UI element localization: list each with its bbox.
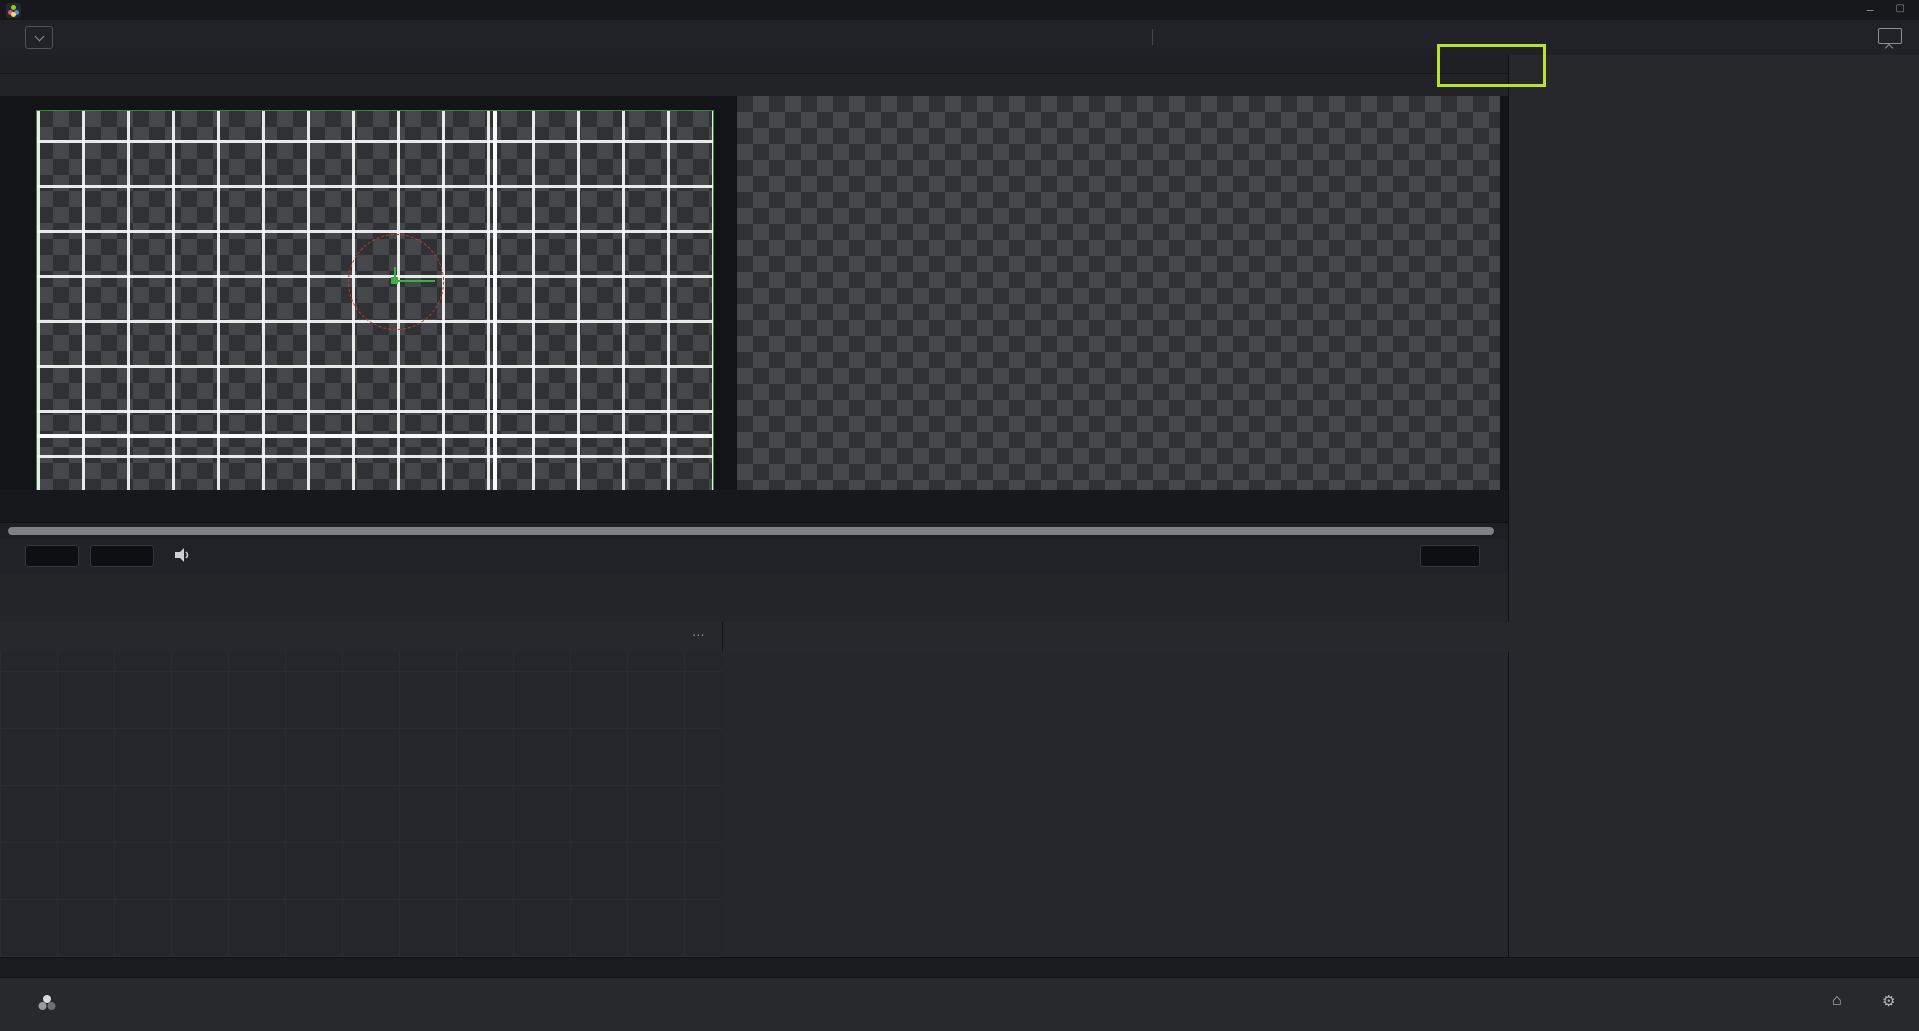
minimize-button[interactable]: – <box>1867 3 1874 17</box>
viewer-left-image[interactable] <box>36 110 714 492</box>
home-icon[interactable]: ⌂ <box>1832 992 1842 1010</box>
maximize-button[interactable]: ▢ <box>1896 3 1905 17</box>
callout-1-box <box>1437 44 1546 87</box>
spline-editor[interactable] <box>722 652 1508 957</box>
inspector-panel <box>1508 55 1919 957</box>
status-bar <box>0 957 1919 978</box>
timeline-scrollbar-thumb[interactable] <box>8 527 1494 535</box>
timeline-scrollbar <box>0 523 1508 538</box>
grid2d-major-horizontal <box>37 434 713 438</box>
project-title <box>560 25 1120 49</box>
transport-bar <box>0 538 1508 575</box>
nodes-options-icon[interactable]: ⋯ <box>692 627 705 642</box>
viewports <box>0 96 1508 490</box>
current-frame-field[interactable] <box>1420 545 1480 567</box>
top-toolbar <box>0 20 1919 56</box>
range-in-field[interactable] <box>25 545 79 567</box>
spline-panel-header <box>722 622 1509 653</box>
viewer-right-image[interactable] <box>737 96 1500 490</box>
speaker-icon[interactable] <box>172 545 192 570</box>
davinci-resolve-window: – ▢ <box>0 0 1919 1031</box>
effects-toolbar <box>0 574 1508 623</box>
collapse-panel-button[interactable] <box>25 26 53 49</box>
node-graph[interactable] <box>0 652 723 957</box>
brand-logo-icon <box>36 993 58 1018</box>
menu-bar: – ▢ <box>0 0 1919 20</box>
app-logo-icon[interactable] <box>6 3 21 18</box>
range-out-field[interactable] <box>90 545 154 567</box>
page-nav: ⌂ ⚙ <box>0 977 1919 1031</box>
clean-feed-icon[interactable] <box>1878 28 1902 44</box>
timeline-ruler[interactable] <box>0 490 1508 523</box>
gear-icon[interactable]: ⚙ <box>1882 992 1895 1010</box>
nodes-panel-header: ⋯ <box>0 622 722 653</box>
viewer-title-strip <box>0 55 1508 74</box>
transform-widget-center[interactable] <box>391 277 398 284</box>
divider <box>1152 29 1153 45</box>
viewer-tool-row <box>0 74 1508 97</box>
transform-widget-axis-x[interactable] <box>395 280 435 282</box>
